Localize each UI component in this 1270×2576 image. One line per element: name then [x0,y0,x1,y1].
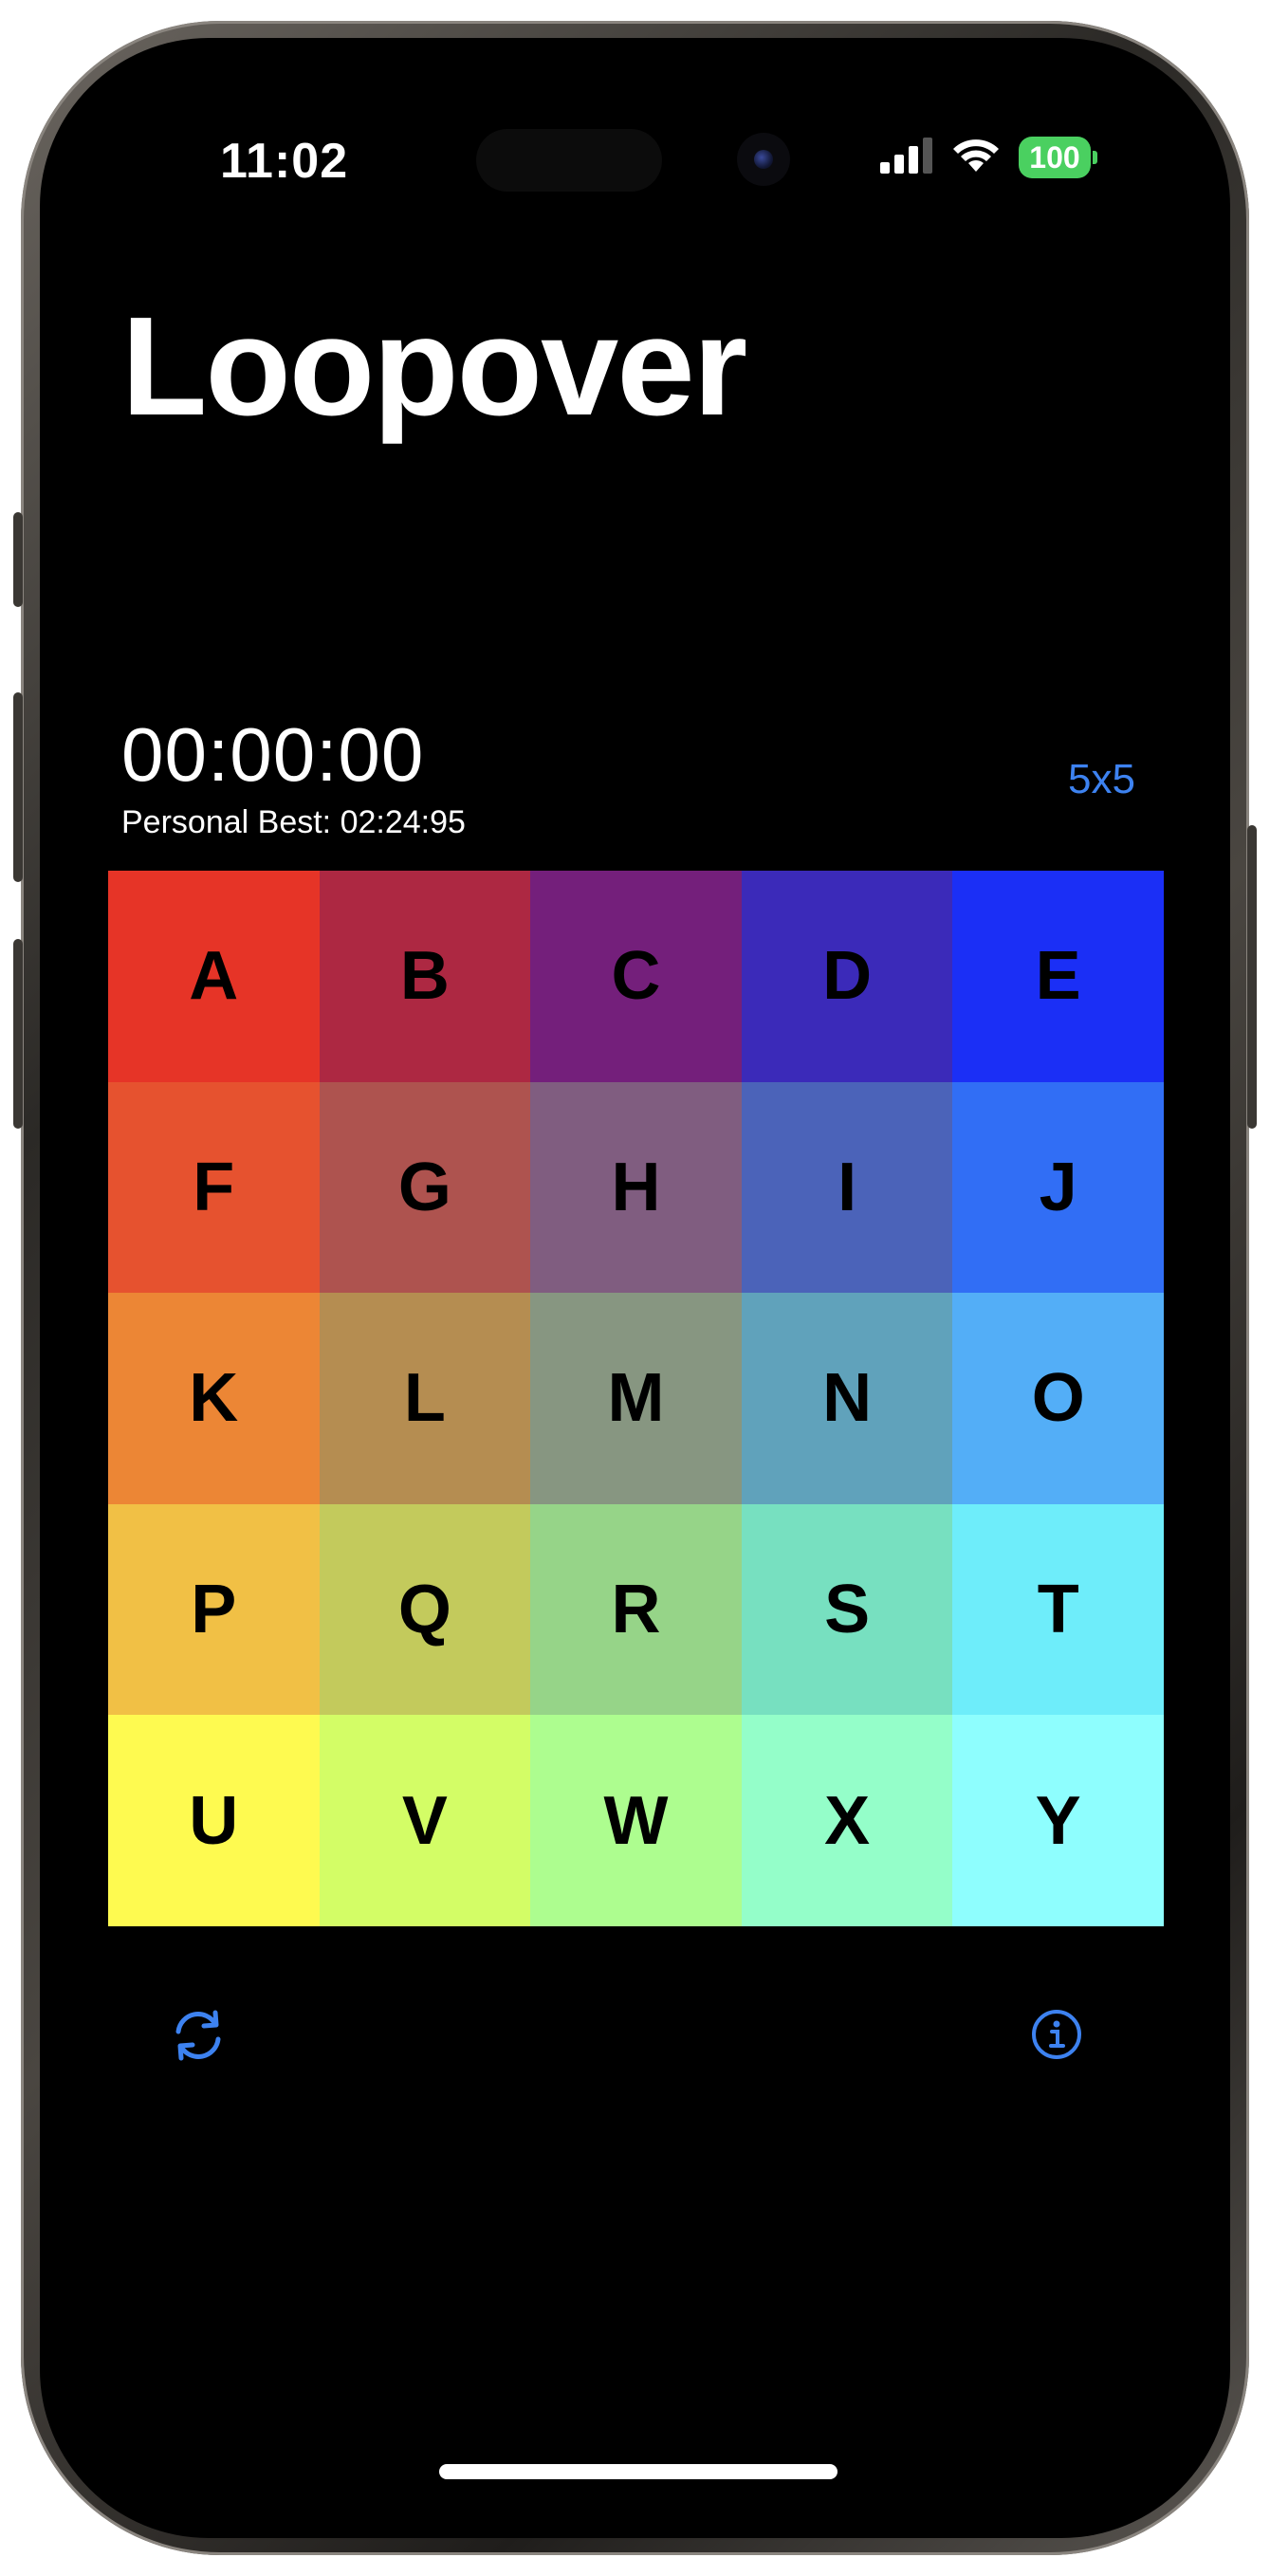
board-tile[interactable]: G [319,1081,531,1294]
board-tile[interactable]: R [530,1503,742,1716]
board-size-button[interactable]: 5x5 [1068,756,1135,803]
battery-icon: 100 [1019,137,1097,178]
board-tile[interactable]: X [741,1715,953,1926]
board-tile[interactable]: O [952,1293,1164,1504]
board-tile[interactable]: Y [952,1715,1164,1926]
board-tile[interactable]: K [108,1293,320,1504]
info-circle-icon [1028,2010,1085,2067]
board-tile[interactable]: A [108,871,320,1082]
board-tile[interactable]: I [741,1081,953,1294]
info-button[interactable] [1028,2006,1085,2063]
status-icons: 100 [880,137,1097,178]
battery-level: 100 [1019,137,1091,178]
board-tile[interactable]: U [108,1715,320,1926]
wifi-icon [952,138,1000,178]
board-tile[interactable]: V [319,1715,531,1926]
board-tile[interactable]: Q [319,1503,531,1716]
volume-up-button [13,692,23,882]
shuffle-button[interactable] [169,2006,228,2065]
arrow-triangle-2-circlepath-icon [169,2010,228,2069]
action-button [13,512,23,607]
personal-best-label: Personal Best: 02:24:95 [121,804,466,840]
screen: 11:02 100 Loopover 00:00:00 Personal Bes… [40,38,1230,2538]
timer-display: 00:00:00 [121,712,425,797]
cellular-signal-icon [880,137,933,178]
board-tile[interactable]: W [530,1715,742,1926]
board-tile[interactable]: S [741,1503,953,1716]
board-tile[interactable]: M [530,1293,742,1504]
status-time: 11:02 [220,134,349,189]
board-tile[interactable]: D [741,871,953,1082]
board-tile[interactable]: T [952,1503,1164,1716]
app-title: Loopover [121,288,747,445]
board-tile[interactable]: B [319,871,531,1082]
power-button [1247,825,1257,1129]
board-tile[interactable]: C [530,871,742,1082]
board-tile[interactable]: F [108,1081,320,1294]
front-camera [737,133,790,186]
home-indicator[interactable] [439,2464,837,2479]
volume-down-button [13,939,23,1129]
board-tile[interactable]: H [530,1081,742,1294]
puzzle-board: ABCDE FGHIJ KLMNO PQRST UVWXY [108,871,1164,1926]
board-tile[interactable]: J [952,1081,1164,1294]
board-tile[interactable]: E [952,871,1164,1082]
board-tile[interactable]: N [741,1293,953,1504]
board-tile[interactable]: L [319,1293,531,1504]
dynamic-island [476,129,662,192]
board-tile[interactable]: P [108,1503,320,1716]
